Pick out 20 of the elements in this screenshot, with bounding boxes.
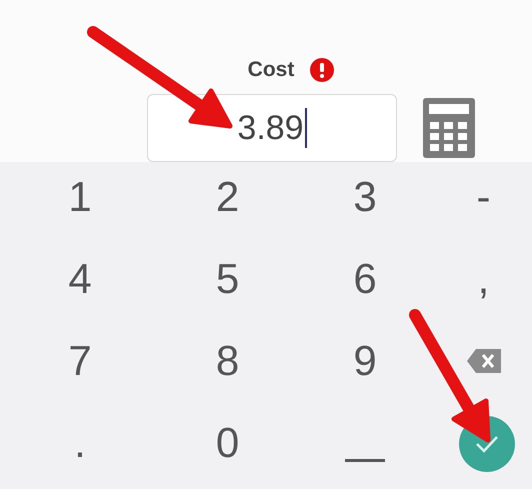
backspace-icon [466,348,502,374]
keypad-key[interactable]: - [448,162,518,232]
check-icon [475,435,499,453]
keypad-key[interactable]: 0 [192,408,262,478]
calculator-icon[interactable] [423,98,475,158]
space-icon [345,459,385,463]
keypad-key[interactable]: 9 [330,326,400,396]
keypad-key[interactable]: . [45,408,115,478]
keypad-key[interactable]: 1 [45,162,115,232]
keypad-key[interactable]: 5 [192,244,262,314]
keypad-key[interactable]: 2 [192,162,262,232]
keypad-key[interactable]: 7 [45,326,115,396]
keypad-key[interactable]: 6 [330,244,400,314]
keypad-key[interactable]: , [448,244,518,314]
field-value: 3.89 [237,108,304,148]
field-label: Cost [248,58,294,82]
keypad-key[interactable]: 4 [45,244,115,314]
cost-input-field[interactable]: 3.89 [147,94,397,162]
keypad-key[interactable]: 8 [192,326,262,396]
keypad-key[interactable]: 3 [330,162,400,232]
